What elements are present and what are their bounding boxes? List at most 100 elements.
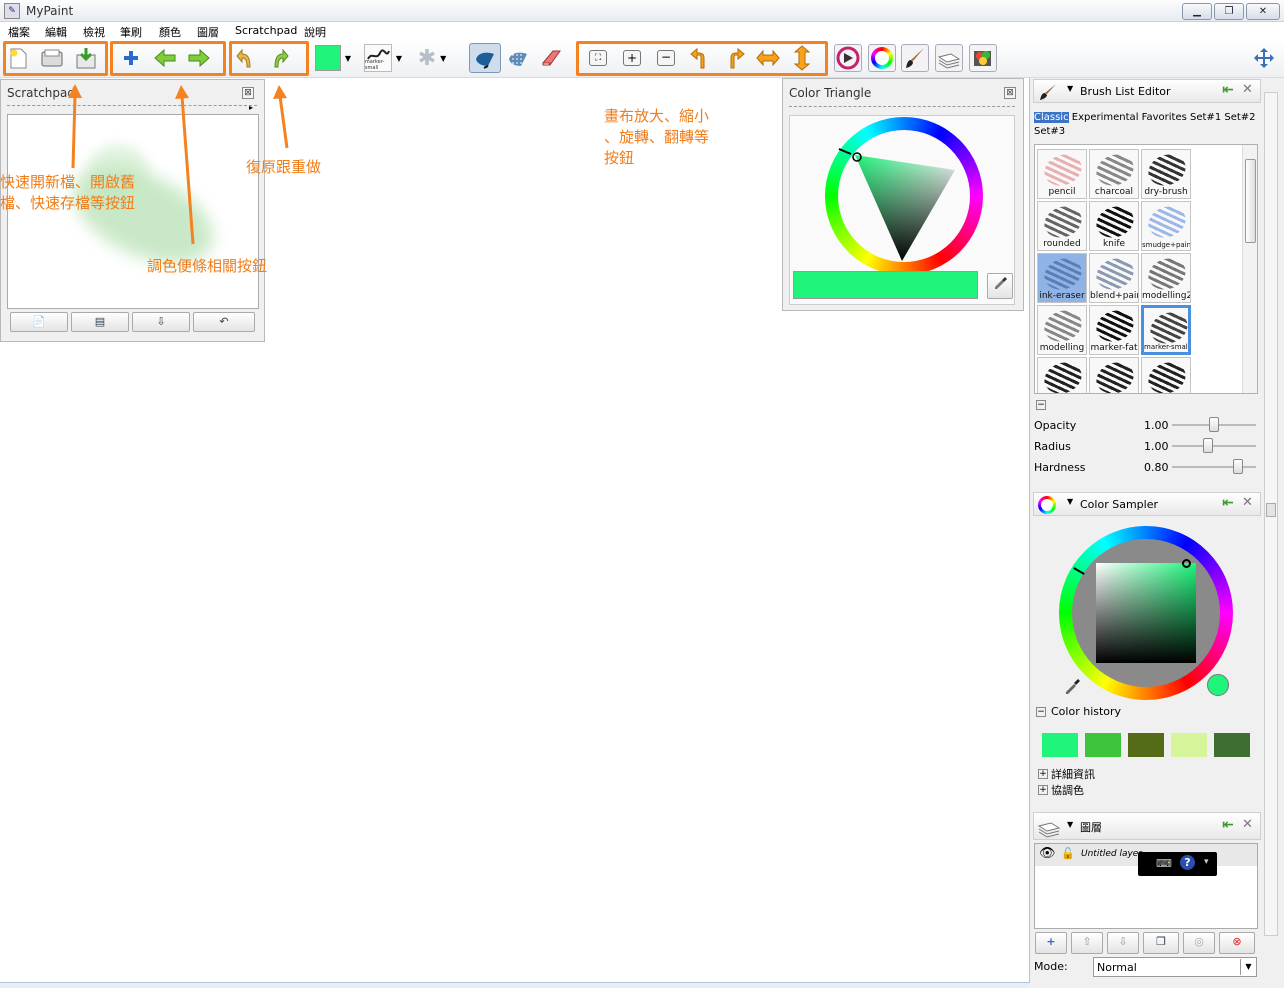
- history-swatch[interactable]: [1214, 733, 1250, 757]
- chevron-down-icon[interactable]: ▼: [1067, 820, 1073, 829]
- divider: [789, 106, 1015, 107]
- brush-item[interactable]: pencil: [1037, 149, 1087, 199]
- slider-track[interactable]: [1172, 445, 1256, 447]
- layers-title: 圖層: [1080, 821, 1102, 834]
- history-swatch[interactable]: [1128, 733, 1164, 757]
- brush-label: knife: [1102, 239, 1126, 249]
- brush-item[interactable]: rounded: [1037, 201, 1087, 251]
- move-layer-down-icon[interactable]: ⇩: [1107, 932, 1139, 954]
- keyboard-icon[interactable]: ⌨: [1156, 857, 1172, 870]
- blend-mode-select[interactable]: Normal ▼: [1093, 957, 1257, 977]
- brush-group-favorites[interactable]: Favorites: [1142, 112, 1187, 123]
- layer-name[interactable]: Untitled layer: [1081, 849, 1142, 859]
- close-icon[interactable]: ✕: [1242, 82, 1253, 97]
- setting-label: Radius: [1034, 440, 1071, 453]
- eyedropper-icon[interactable]: [987, 273, 1013, 299]
- brush-setting-opacity: Opacity 1.00: [1034, 416, 1258, 434]
- slider-thumb[interactable]: [1209, 417, 1219, 432]
- brush-label: rounded: [1043, 239, 1081, 249]
- setting-label: Opacity: [1034, 419, 1077, 432]
- history-swatch[interactable]: [1171, 733, 1207, 757]
- brush-label: charcoal: [1094, 187, 1134, 197]
- color-triangle-close-button[interactable]: ⊠: [1004, 87, 1016, 99]
- brush-item[interactable]: smudge+paint: [1141, 201, 1191, 251]
- collapse-icon[interactable]: −: [1036, 707, 1046, 717]
- history-swatch[interactable]: [1042, 733, 1078, 757]
- hue-marker: [1073, 567, 1085, 575]
- saturation-value-triangle[interactable]: [825, 117, 983, 275]
- brush-label: modelling2: [1142, 291, 1191, 301]
- merge-layer-icon[interactable]: ◎: [1183, 932, 1215, 954]
- brush-group-experimental[interactable]: Experimental: [1072, 112, 1139, 123]
- brush-item[interactable]: dry-brush: [1141, 149, 1191, 199]
- brush-item[interactable]: modelling: [1037, 305, 1087, 355]
- expand-icon[interactable]: +: [1038, 769, 1048, 779]
- brush-label: dry-brush: [1144, 187, 1188, 197]
- scrollbar-thumb[interactable]: [1245, 159, 1256, 243]
- new-scratchpad-icon[interactable]: 📄: [10, 312, 68, 332]
- color-wheel-icon: [1038, 496, 1056, 514]
- revert-scratchpad-icon[interactable]: ↶: [193, 312, 255, 332]
- brush-item[interactable]: [1089, 357, 1139, 393]
- brush-group-set2[interactable]: Set#2: [1224, 112, 1255, 123]
- dock-toggle-icon[interactable]: ⇤: [1222, 82, 1234, 98]
- brush-group-set3[interactable]: Set#3: [1034, 126, 1065, 137]
- brush-preview: [1092, 358, 1138, 393]
- close-icon[interactable]: ✕: [1242, 495, 1253, 510]
- slider-thumb[interactable]: [1232, 459, 1243, 474]
- brush-preview: [1040, 358, 1086, 393]
- brush-label: ink-eraser: [1039, 291, 1085, 301]
- slider-track[interactable]: [1172, 466, 1256, 468]
- brush-label: marker-small: [1144, 343, 1190, 351]
- expand-icon[interactable]: +: [1038, 785, 1048, 795]
- lock-icon[interactable]: 🔓: [1061, 847, 1075, 860]
- color-sampler-header: ▼ Color Sampler ⇤ ✕: [1033, 492, 1261, 516]
- saturation-value-square[interactable]: [1096, 563, 1196, 663]
- history-swatch[interactable]: [1085, 733, 1121, 757]
- chevron-down-icon[interactable]: ▼: [1067, 497, 1073, 506]
- brush-item[interactable]: marker-small: [1141, 305, 1191, 355]
- harmony-label[interactable]: 協調色: [1051, 782, 1084, 798]
- dock-scrollbar[interactable]: [1264, 92, 1278, 936]
- brush-item[interactable]: knife: [1089, 201, 1139, 251]
- slider-thumb[interactable]: [1203, 438, 1214, 453]
- hue-ring[interactable]: [825, 117, 983, 275]
- delete-layer-icon[interactable]: ⊗: [1219, 932, 1255, 954]
- brush-grid: pencil charcoal dry-brush rounded knife smudg…: [1034, 144, 1258, 394]
- dock-toggle-icon[interactable]: ⇤: [1222, 817, 1234, 833]
- brush-item[interactable]: marker-fat: [1089, 305, 1139, 355]
- details-label[interactable]: 詳細資訊: [1051, 766, 1095, 782]
- brush-list-scrollbar[interactable]: [1242, 145, 1257, 393]
- brush-item[interactable]: charcoal: [1089, 149, 1139, 199]
- brush-item[interactable]: [1141, 357, 1191, 393]
- brush-group-classic[interactable]: Classic: [1034, 112, 1069, 123]
- add-layer-icon[interactable]: +: [1035, 932, 1067, 954]
- brush-label: smudge+paint: [1142, 241, 1191, 249]
- close-icon[interactable]: ✕: [1242, 817, 1253, 832]
- brush-item[interactable]: ink-eraser: [1037, 253, 1087, 303]
- open-scratchpad-icon[interactable]: ▤: [71, 312, 129, 332]
- brush-item[interactable]: blend+paint: [1089, 253, 1139, 303]
- brush-preview: [1144, 150, 1190, 191]
- eyedropper-icon[interactable]: [1064, 676, 1082, 694]
- brush-group-set1[interactable]: Set#1: [1190, 112, 1221, 123]
- move-layer-up-icon[interactable]: ⇧: [1071, 932, 1103, 954]
- brush-item[interactable]: modelling2: [1141, 253, 1191, 303]
- setting-value: 1.00: [1144, 419, 1169, 432]
- chevron-down-icon[interactable]: ▾: [1204, 857, 1209, 867]
- scrollbar-thumb[interactable]: [1266, 503, 1276, 517]
- collapse-icon[interactable]: −: [1036, 400, 1046, 410]
- ime-toolbar: ⌨ ? ▾: [1138, 852, 1217, 876]
- chevron-down-icon[interactable]: ▼: [1240, 959, 1256, 975]
- color-sampler-wheel[interactable]: [1059, 526, 1233, 700]
- brush-preview: [1040, 202, 1086, 243]
- brush-label: pencil: [1048, 187, 1076, 197]
- dock-toggle-icon[interactable]: ⇤: [1222, 495, 1234, 511]
- eye-icon[interactable]: 👁: [1039, 846, 1056, 861]
- brush-preview: [1144, 254, 1190, 295]
- save-scratchpad-icon[interactable]: ⇩: [132, 312, 190, 332]
- brush-item[interactable]: [1037, 357, 1087, 393]
- help-icon[interactable]: ?: [1180, 855, 1195, 870]
- chevron-down-icon[interactable]: ▼: [1067, 84, 1073, 93]
- duplicate-layer-icon[interactable]: ❐: [1143, 932, 1179, 954]
